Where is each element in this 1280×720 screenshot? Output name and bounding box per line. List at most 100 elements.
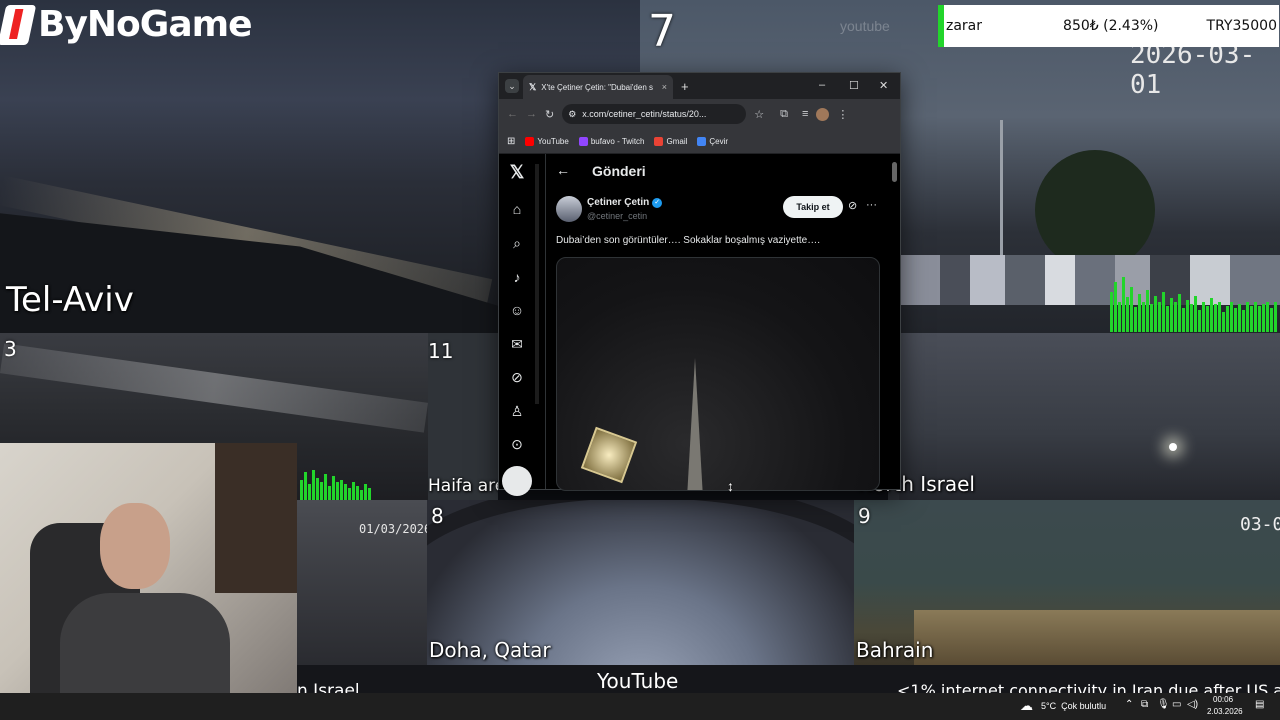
camera-doha: 8 Doha, Qatar [427,500,854,665]
youtube-label: YouTube [597,669,679,693]
url-text: x.com/cetiner_cetin/status/20... [582,109,707,119]
maximize-icon[interactable]: ☐ [849,79,859,92]
x-favicon: 𝕏 [529,81,537,92]
weather-icon[interactable]: ☁ [1020,698,1033,714]
bookmark-label: YouTube [537,136,569,146]
windows-taskbar: ☁ 5°C Çok bulutlu ⌃ ⧉ 🎙 ▭ ◁) 00:06 2.03.… [0,693,1280,720]
bookmark-twitch[interactable]: bufavo - Twitch [578,136,645,146]
resize-cursor-icon: ↕ [727,478,734,494]
audio-meter [1110,270,1277,332]
mic-icon[interactable]: 🎙 [1157,699,1170,710]
channel-logo: ByNoGame [0,4,253,45]
camera-date-bahrain: 03-0 [1240,514,1280,535]
bookmark-gmail[interactable]: Gmail [654,136,688,146]
bookmark-label: bufavo - Twitch [590,136,645,146]
site-info-icon[interactable]: ⚙ [568,109,576,120]
clock-time[interactable]: 00:06 [1213,695,1233,704]
bookmark-label: Çevir [709,136,729,146]
lamp-light [580,426,638,484]
tower-silhouette [687,358,703,490]
audio-meter-small [300,465,371,500]
minimize-icon[interactable]: – [819,79,825,91]
camera-watermark: youtube [840,18,890,34]
ticker-label: zarar [946,18,983,34]
apps-icon[interactable]: ⊞ [507,136,515,147]
author-name[interactable]: Çetiner Çetin [587,197,649,208]
profile-avatar[interactable] [816,107,830,121]
weather-text[interactable]: 5°C Çok bulutlu [1041,701,1106,711]
verified-badge-icon: ✓ [652,197,663,208]
browser-toolbar: ← → ↻ ⚙ x.com/cetiner_cetin/status/20...… [499,99,900,129]
camera-number-9: 9 [858,504,871,528]
follow-icon[interactable]: ☺ [508,301,526,319]
browser-tab[interactable]: 𝕏 X'te Çetiner Çetin: "Dubai'den s × [523,75,673,99]
camera-bahrain: 9 03-0 Bahrain [854,500,1280,665]
browser-titlebar[interactable]: ⌄ 𝕏 X'te Çetiner Çetin: "Dubai'den s × +… [499,73,900,99]
back-arrow-icon[interactable]: ← [556,162,570,178]
follow-button[interactable]: Takip et [783,196,843,218]
ticker-goal: TRY35000 [1206,18,1277,34]
post-text: Dubai’den son görüntüler…. Sokaklar boşa… [556,235,821,246]
notifications-tray-icon[interactable]: ▤ [1255,699,1264,710]
back-icon[interactable]: ← [507,108,518,120]
logo-icon [0,4,37,45]
menu-icon[interactable]: ⋮ [837,108,848,121]
camera-label-doha: Doha, Qatar [429,638,551,662]
camera-label-bahrain: Bahrain [856,638,934,662]
camera-date-tile: 01/03/2026 23 [297,500,427,665]
media-icon[interactable]: ≡ [802,108,808,120]
twitch-icon [578,136,588,146]
ticker-value: 850₺ (2.43%) [1063,18,1159,34]
gmail-icon [654,136,664,146]
volume-icon[interactable]: ◁) [1187,699,1198,710]
post-more-icon[interactable]: ··· [866,199,877,211]
nav-scrollbar[interactable] [535,164,539,404]
reload-icon[interactable]: ↻ [545,108,554,121]
x-page: 𝕏 ⌂ ⌕ ♪ ☺ ✉ ⊘ ♙ ⊙ ← Gönderi Çetiner Çeti… [499,154,900,496]
tab-close-icon[interactable]: × [662,82,667,92]
home-icon[interactable]: ⌂ [508,200,526,218]
tab-title: X'te Çetiner Çetin: "Dubai'den s [541,82,653,92]
extensions-icon[interactable]: ⧉ [780,108,788,121]
youtube-icon [525,136,535,146]
author-avatar[interactable] [556,196,582,222]
donation-ticker: zarar 850₺ (2.43%) TRY35000 [938,5,1279,47]
new-tab-icon[interactable]: + [681,79,689,94]
x-sidebar: 𝕏 ⌂ ⌕ ♪ ☺ ✉ ⊘ ♙ ⊙ [499,154,535,496]
notifications-icon[interactable]: ♪ [508,268,526,286]
camera-number-11: 11 [428,339,454,363]
network-icon[interactable]: ▭ [1172,699,1181,710]
bookmark-translate[interactable]: Çevir [697,136,729,146]
grok-icon[interactable]: ⊘ [508,368,526,386]
logo-text: ByNoGame [38,4,253,45]
messages-icon[interactable]: ✉ [508,335,526,353]
post-video[interactable] [556,257,880,491]
bookmarks-bar: ⊞ YouTube bufavo - Twitch Gmail Çevir [499,129,900,154]
close-icon[interactable]: ✕ [879,79,888,92]
browser-window[interactable]: ⌄ 𝕏 X'te Çetiner Çetin: "Dubai'den s × +… [498,72,901,496]
tray-app-icon[interactable]: ⧉ [1141,699,1148,710]
grok-action-icon[interactable]: ⊘ [848,199,857,212]
post-button-icon[interactable] [502,466,532,496]
clock-date[interactable]: 2.03.2026 [1207,707,1243,716]
bookmark-youtube[interactable]: YouTube [525,136,569,146]
camera-number-8: 8 [431,504,444,528]
bookmark-label: Gmail [666,136,688,146]
streamer-webcam [0,443,297,720]
tab-search-icon[interactable]: ⌄ [505,79,519,93]
bookmark-star-icon[interactable]: ☆ [754,108,764,121]
forward-icon[interactable]: → [526,108,537,120]
camera-11: 11 [428,333,498,500]
tray-chevron-icon[interactable]: ⌃ [1125,699,1133,710]
search-icon[interactable]: ⌕ [508,234,526,252]
more-icon[interactable]: ⊙ [508,435,526,453]
camera-label-haifa: Haifa area, Israel [428,476,498,496]
address-bar[interactable]: ⚙ x.com/cetiner_cetin/status/20... [562,104,747,124]
profile-icon[interactable]: ♙ [508,402,526,420]
camera-number-7: 7 [648,6,676,57]
x-logo-icon[interactable]: 𝕏 [508,163,526,181]
page-scrollbar[interactable] [892,162,897,182]
stream-bottom-bar: YouTube n Israel <1% internet connectivi… [297,665,1280,701]
camera-date-7: 2026-03-01 [1130,40,1256,100]
author-handle[interactable]: @cetiner_cetin [587,211,647,221]
